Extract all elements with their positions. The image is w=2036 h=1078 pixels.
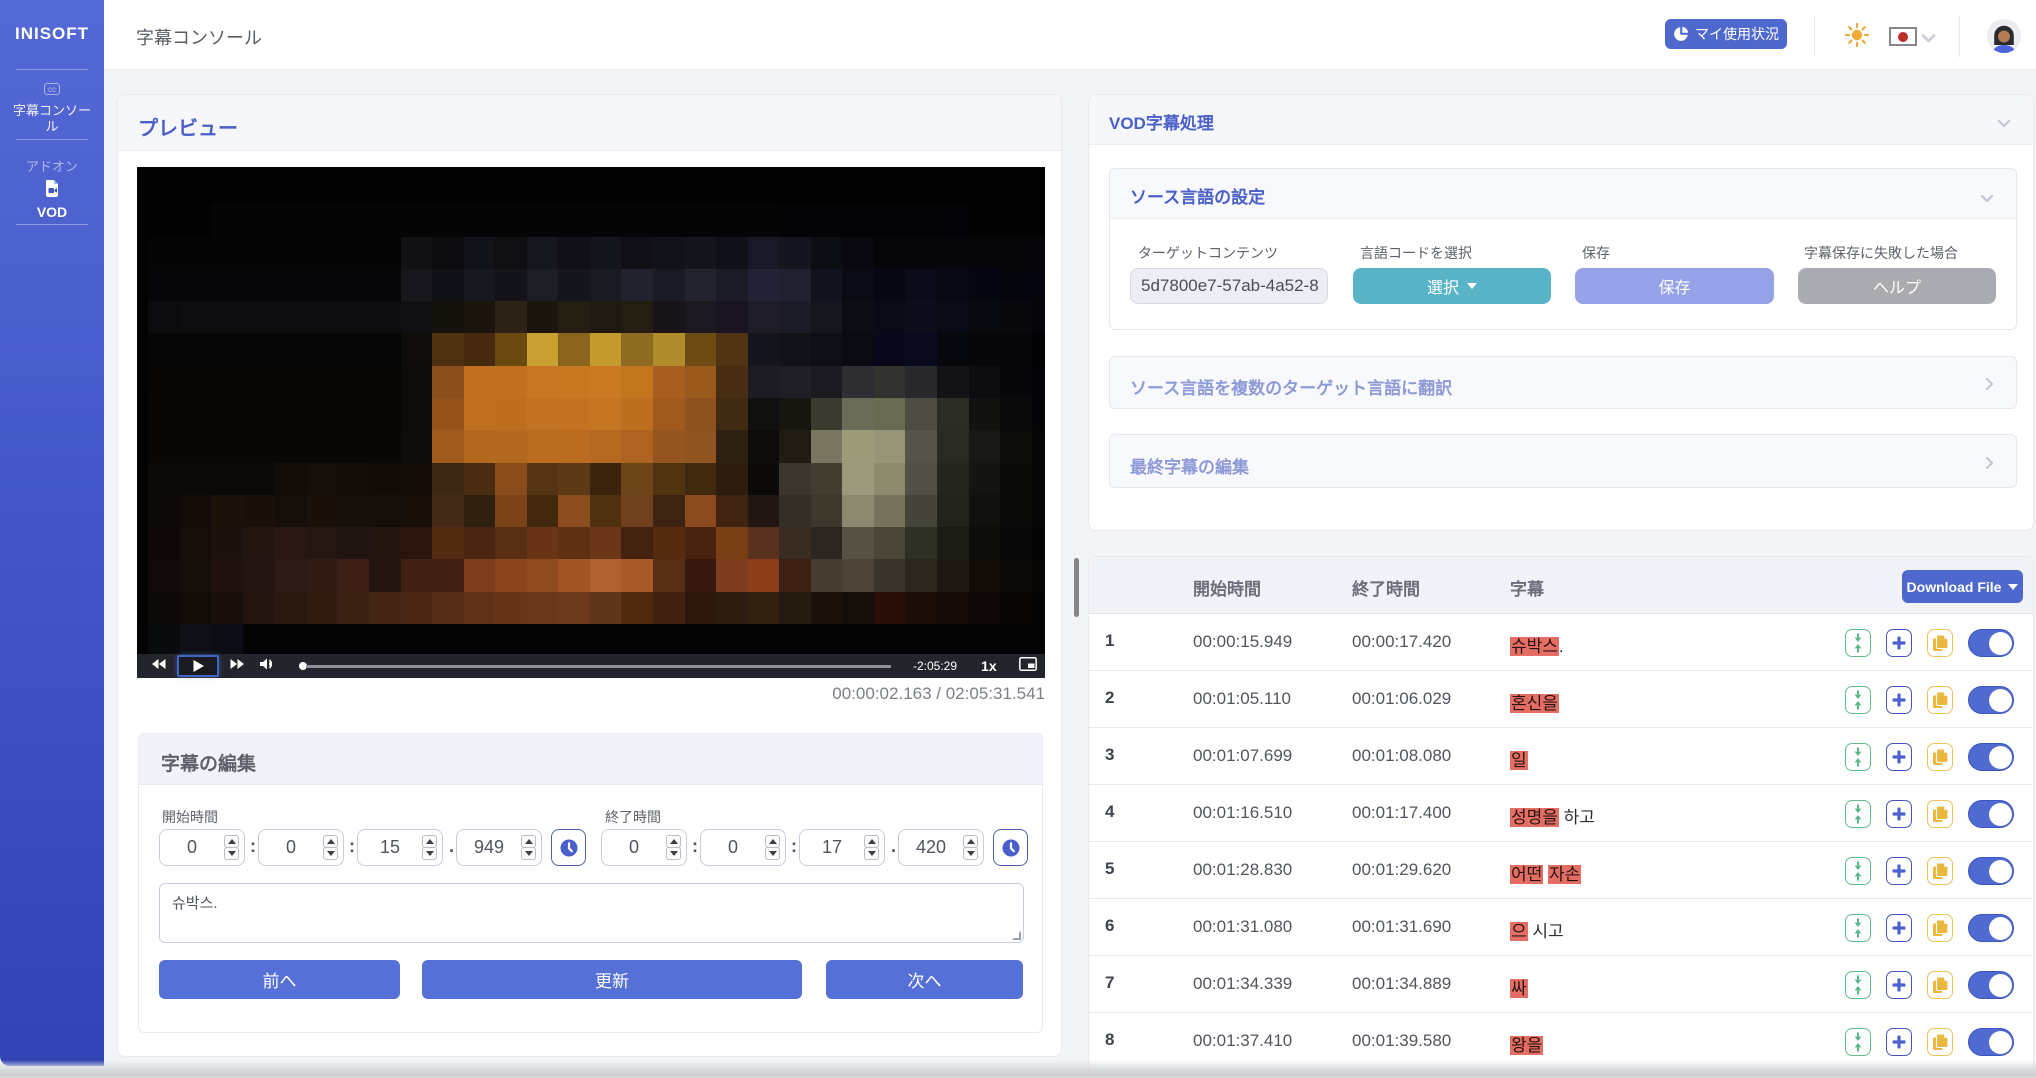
svg-text:cc: cc bbox=[48, 85, 56, 94]
